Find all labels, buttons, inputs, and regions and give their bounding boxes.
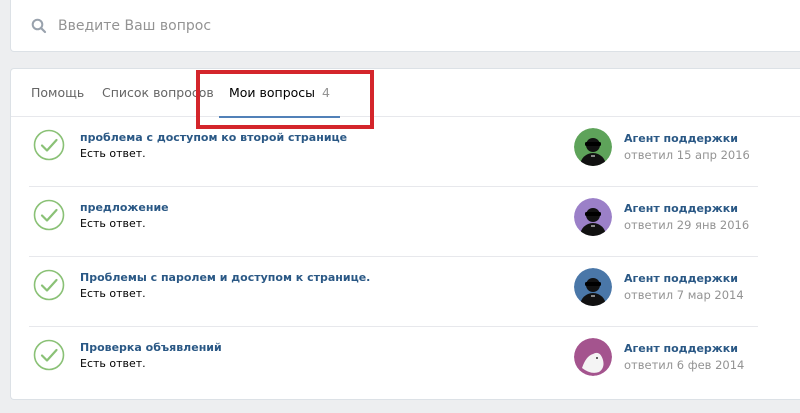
agent-avatar[interactable] — [574, 338, 612, 376]
agent-avatar[interactable] — [574, 128, 612, 166]
check-circle-icon — [33, 339, 65, 371]
check-circle-icon — [33, 199, 65, 231]
question-row[interactable]: Проверка объявлений Есть ответ. Агент по… — [29, 327, 758, 397]
question-status: Есть ответ. — [80, 287, 146, 300]
check-circle-icon — [33, 269, 65, 301]
tab-help-label: Помощь — [31, 85, 85, 100]
search-icon — [31, 18, 47, 34]
check-circle-icon — [33, 129, 65, 161]
tab-my-questions-label: Мои вопросы — [229, 85, 316, 100]
question-row[interactable]: предложение Есть ответ. Агент поддержки … — [29, 187, 758, 257]
agent-name[interactable]: Агент поддержки — [624, 342, 738, 355]
question-title[interactable]: проблема с доступом ко второй странице — [80, 131, 347, 144]
agent-name[interactable]: Агент поддержки — [624, 132, 738, 145]
tab-my-questions[interactable]: Мои вопросы 4 — [219, 69, 340, 118]
answered-date: ответил 6 фев 2014 — [624, 358, 745, 372]
question-title[interactable]: Проверка объявлений — [80, 341, 222, 354]
question-row[interactable]: Проблемы с паролем и доступом к странице… — [29, 257, 758, 327]
answered-date: ответил 7 мар 2014 — [624, 288, 744, 302]
search-input[interactable] — [58, 14, 758, 38]
tab-questions-list[interactable]: Список вопросов — [102, 69, 214, 117]
question-title[interactable]: Проблемы с паролем и доступом к странице… — [80, 271, 370, 284]
tab-help[interactable]: Помощь — [31, 69, 84, 117]
agent-name[interactable]: Агент поддержки — [624, 202, 738, 215]
agent-name[interactable]: Агент поддержки — [624, 272, 738, 285]
question-status: Есть ответ. — [80, 217, 146, 230]
tab-questions-list-label: Список вопросов — [102, 85, 214, 100]
search-box[interactable] — [10, 0, 800, 52]
agent-avatar[interactable] — [574, 198, 612, 236]
question-title[interactable]: предложение — [80, 201, 169, 214]
agent-avatar[interactable] — [574, 268, 612, 306]
tabs-bar: Помощь Список вопросов Мои вопросы 4 — [11, 69, 800, 118]
question-row[interactable]: проблема с доступом ко второй странице Е… — [29, 117, 758, 187]
answered-date: ответил 15 апр 2016 — [624, 148, 750, 162]
tab-my-questions-count: 4 — [322, 85, 330, 100]
questions-panel: Помощь Список вопросов Мои вопросы 4 проб… — [10, 68, 800, 400]
question-status: Есть ответ. — [80, 357, 146, 370]
answered-date: ответил 29 янв 2016 — [624, 218, 750, 232]
question-status: Есть ответ. — [80, 147, 146, 160]
